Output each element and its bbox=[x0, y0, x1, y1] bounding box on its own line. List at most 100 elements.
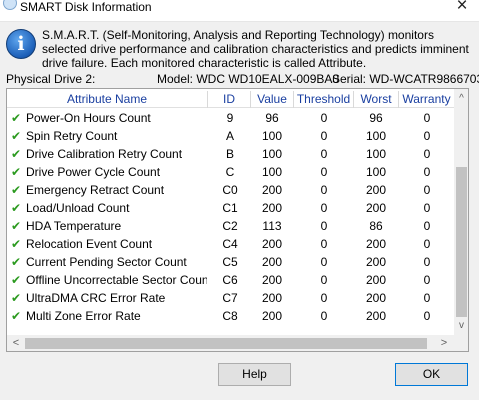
drive-model: Model: WDC WD10EALX-009BA0 bbox=[157, 72, 340, 86]
attribute-threshold-cell: 0 bbox=[320, 147, 328, 161]
table-row[interactable]: ✔ Offline Uncorrectable Sector Count C6 200… bbox=[7, 271, 454, 289]
table-row[interactable]: ✔ Drive Calibration Retry Count B 100 0 100 0 bbox=[7, 145, 454, 163]
attribute-value-cell: 200 bbox=[261, 201, 283, 215]
attribute-value-cell: 113 bbox=[262, 219, 282, 233]
scrollbar-corner bbox=[454, 335, 468, 351]
table-row[interactable]: ✔ Relocation Event Count C4 200 0 200 0 bbox=[7, 235, 454, 253]
column-header-value[interactable]: Value bbox=[251, 91, 294, 108]
green-check-icon: ✔ bbox=[11, 165, 22, 179]
attribute-name-cell: ✔ Current Pending Sector Count bbox=[11, 253, 207, 271]
scroll-down-icon[interactable]: v bbox=[454, 318, 468, 334]
attribute-name-cell: ✔ Load/Unload Count bbox=[11, 199, 207, 217]
attribute-name: HDA Temperature bbox=[26, 219, 122, 233]
table-row[interactable]: ✔ Power-On Hours Count 9 96 0 96 0 bbox=[7, 109, 454, 127]
attribute-name-cell: ✔ Emergency Retract Count bbox=[11, 181, 207, 199]
green-check-icon: ✔ bbox=[11, 237, 22, 251]
attribute-warranty-cell: 0 bbox=[423, 147, 431, 161]
attribute-name-cell: ✔ Drive Calibration Retry Count bbox=[11, 145, 207, 163]
attribute-name-cell: ✔ Offline Uncorrectable Sector Count bbox=[11, 271, 207, 289]
green-check-icon: ✔ bbox=[11, 273, 22, 287]
attribute-id-cell: C0 bbox=[222, 183, 238, 197]
table-row[interactable]: ✔ Drive Power Cycle Count C 100 0 100 0 bbox=[7, 163, 454, 181]
attribute-worst-cell: 96 bbox=[369, 111, 383, 125]
green-check-icon: ✔ bbox=[11, 147, 22, 161]
attribute-name-cell: ✔ UltraDMA CRC Error Rate bbox=[11, 289, 207, 307]
horizontal-scroll-thumb[interactable] bbox=[25, 338, 427, 349]
attribute-name: Relocation Event Count bbox=[26, 237, 153, 251]
scroll-left-icon[interactable]: < bbox=[9, 335, 23, 351]
attribute-warranty-cell: 0 bbox=[423, 165, 431, 179]
green-check-icon: ✔ bbox=[11, 129, 22, 143]
table-row[interactable]: ✔ HDA Temperature C2 113 0 86 0 bbox=[7, 217, 454, 235]
attribute-threshold-cell: 0 bbox=[320, 273, 328, 287]
attribute-worst-cell: 200 bbox=[365, 291, 387, 305]
attribute-warranty-cell: 0 bbox=[423, 111, 431, 125]
attribute-warranty-cell: 0 bbox=[423, 201, 431, 215]
attribute-warranty-cell: 0 bbox=[423, 273, 431, 287]
green-check-icon: ✔ bbox=[11, 111, 22, 125]
attribute-id-cell: A bbox=[225, 129, 234, 143]
attribute-value-cell: 200 bbox=[261, 255, 283, 269]
attribute-id-cell: C6 bbox=[222, 273, 238, 287]
attribute-worst-cell: 200 bbox=[365, 273, 387, 287]
app-icon bbox=[3, 0, 17, 10]
horizontal-scrollbar[interactable]: < > bbox=[7, 335, 454, 351]
attribute-name-cell: ✔ HDA Temperature bbox=[11, 217, 207, 235]
attribute-threshold-cell: 0 bbox=[320, 255, 328, 269]
attribute-id-cell: C4 bbox=[222, 237, 238, 251]
table-row[interactable]: ✔ UltraDMA CRC Error Rate C7 200 0 200 0 bbox=[7, 289, 454, 307]
attribute-worst-cell: 86 bbox=[369, 219, 383, 233]
ok-button[interactable]: OK bbox=[395, 363, 468, 386]
drive-label: Physical Drive 2: bbox=[6, 72, 96, 86]
column-header-attribute-name[interactable]: Attribute Name bbox=[7, 91, 208, 108]
attribute-id-cell: C8 bbox=[222, 309, 238, 323]
attribute-warranty-cell: 0 bbox=[423, 237, 431, 251]
attribute-warranty-cell: 0 bbox=[423, 129, 431, 143]
table-row[interactable]: ✔ Emergency Retract Count C0 200 0 200 0 bbox=[7, 181, 454, 199]
attribute-id-cell: C bbox=[225, 165, 235, 179]
vertical-scrollbar[interactable]: ^ v bbox=[454, 89, 468, 335]
attribute-name-cell: ✔ Multi Zone Error Rate bbox=[11, 307, 207, 325]
attribute-worst-cell: 100 bbox=[365, 147, 387, 161]
attribute-threshold-cell: 0 bbox=[320, 165, 328, 179]
attribute-name-cell: ✔ Spin Retry Count bbox=[11, 127, 207, 145]
column-header-warranty[interactable]: Warranty bbox=[399, 91, 454, 108]
title-bar: SMART Disk Information × bbox=[0, 0, 479, 22]
attribute-warranty-cell: 0 bbox=[423, 219, 431, 233]
attribute-id-cell: C7 bbox=[222, 291, 238, 305]
attribute-threshold-cell: 0 bbox=[320, 129, 328, 143]
attribute-threshold-cell: 0 bbox=[320, 291, 328, 305]
green-check-icon: ✔ bbox=[11, 291, 22, 305]
column-header-threshold[interactable]: Threshold bbox=[294, 91, 354, 108]
scroll-right-icon[interactable]: > bbox=[437, 335, 451, 351]
attribute-value-cell: 200 bbox=[261, 183, 283, 197]
attribute-value-cell: 100 bbox=[261, 165, 283, 179]
drive-serial: Serial: WD-WCATR9866703 bbox=[332, 72, 479, 86]
attribute-threshold-cell: 0 bbox=[320, 309, 328, 323]
attribute-value-cell: 200 bbox=[261, 309, 283, 323]
green-check-icon: ✔ bbox=[11, 183, 22, 197]
attribute-value-cell: 200 bbox=[261, 291, 283, 305]
column-header-worst[interactable]: Worst bbox=[354, 91, 399, 108]
table-row[interactable]: ✔ Current Pending Sector Count C5 200 0 200 0 bbox=[7, 253, 454, 271]
attribute-threshold-cell: 0 bbox=[320, 111, 328, 125]
attribute-id-cell: C2 bbox=[222, 219, 238, 233]
vertical-scroll-thumb[interactable] bbox=[456, 167, 467, 317]
table-row[interactable]: ✔ Load/Unload Count C1 200 0 200 0 bbox=[7, 199, 454, 217]
attribute-threshold-cell: 0 bbox=[320, 237, 328, 251]
table-row[interactable]: ✔ Spin Retry Count A 100 0 100 0 bbox=[7, 127, 454, 145]
help-button[interactable]: Help bbox=[218, 363, 291, 386]
attribute-value-cell: 96 bbox=[265, 111, 279, 125]
info-icon: i bbox=[6, 29, 36, 59]
description-text: S.M.A.R.T. (Self-Monitoring, Analysis an… bbox=[42, 28, 469, 70]
attribute-worst-cell: 100 bbox=[365, 129, 387, 143]
attribute-value-cell: 200 bbox=[261, 237, 283, 251]
attribute-value-cell: 100 bbox=[261, 129, 283, 143]
column-header-id[interactable]: ID bbox=[208, 91, 251, 108]
green-check-icon: ✔ bbox=[11, 201, 22, 215]
attribute-value-cell: 200 bbox=[261, 273, 283, 287]
scroll-up-icon[interactable]: ^ bbox=[454, 91, 468, 107]
close-button[interactable]: × bbox=[448, 0, 476, 18]
table-row[interactable]: ✔ Multi Zone Error Rate C8 200 0 200 0 bbox=[7, 307, 454, 325]
attribute-worst-cell: 200 bbox=[365, 201, 387, 215]
